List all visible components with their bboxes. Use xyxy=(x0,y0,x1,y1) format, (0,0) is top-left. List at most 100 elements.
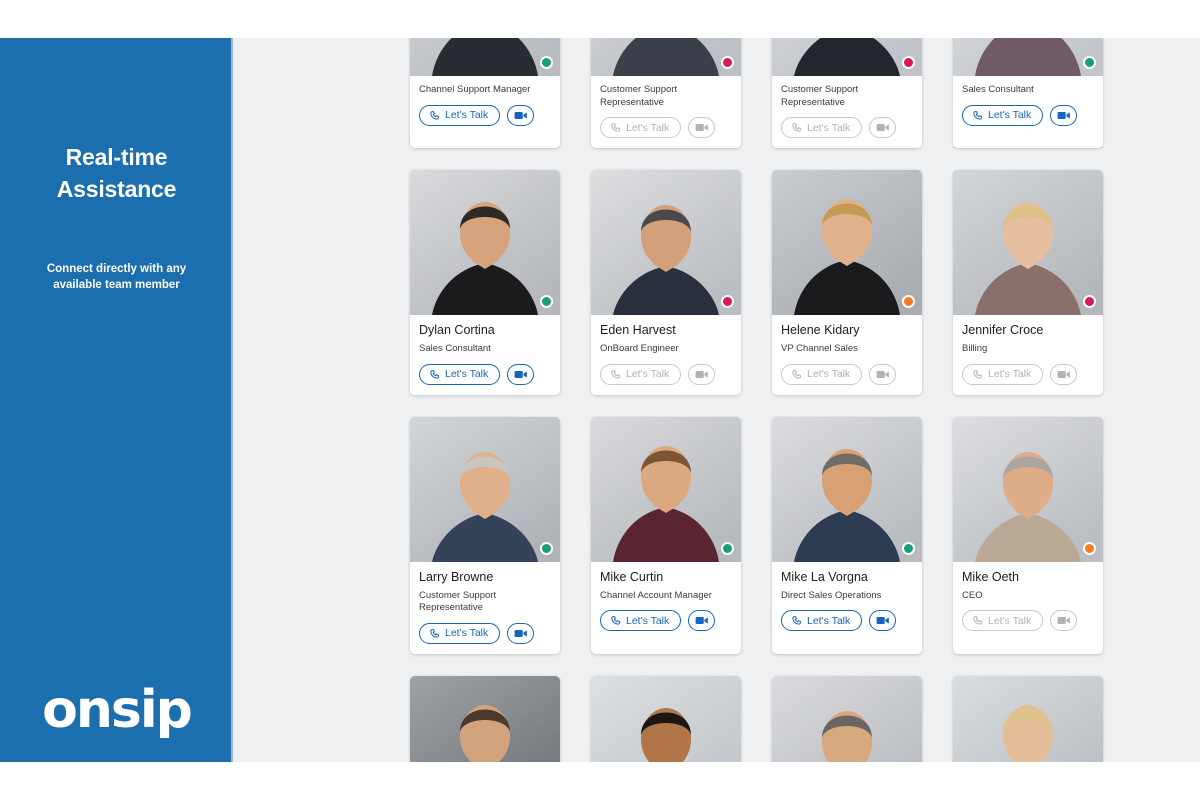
lets-talk-button: Let's Talk xyxy=(781,363,863,385)
video-camera-icon xyxy=(876,369,890,380)
agent-card[interactable]: Dylan Cortina Sales Consultant Let's Talk xyxy=(410,170,560,395)
agent-card-actions: Let's Talk xyxy=(962,363,1094,385)
lets-talk-button[interactable]: Let's Talk xyxy=(419,363,501,385)
video-camera-icon xyxy=(695,369,709,380)
agent-title: OnBoard Engineer xyxy=(600,343,679,355)
agent-name: Mike La Vorgna xyxy=(781,569,868,584)
agent-card[interactable]: Mike Oeth CEO Let's Talk xyxy=(953,416,1103,654)
agent-card[interactable]: Channel Support Manager Let's Talk xyxy=(410,38,560,149)
lets-talk-label: Let's Talk xyxy=(626,121,670,134)
directory-app-frame: Real-time Assistance Connect directly wi… xyxy=(0,38,1200,762)
agent-title: CEO xyxy=(962,589,983,601)
video-camera-icon xyxy=(1057,615,1071,626)
lets-talk-button[interactable]: Let's Talk xyxy=(419,104,501,126)
video-call-button xyxy=(869,117,897,139)
agent-card-body: Sales Consultant Let's Talk xyxy=(953,76,1103,136)
agent-roster-panel[interactable]: Channel Support Manager Let's Talk Custome… xyxy=(233,38,1200,762)
video-call-button[interactable] xyxy=(869,610,897,632)
agent-title: Direct Sales Operations xyxy=(781,589,882,601)
agent-photo xyxy=(772,170,922,316)
video-call-button[interactable] xyxy=(1050,104,1078,126)
agent-card[interactable]: Mike La Vorgna Direct Sales Operations Let… xyxy=(772,416,922,654)
agent-photo xyxy=(953,170,1103,316)
status-dot-available xyxy=(902,541,915,555)
phone-icon xyxy=(610,615,621,626)
status-dot-available xyxy=(540,541,553,555)
video-camera-icon xyxy=(695,615,709,626)
video-camera-icon xyxy=(1057,369,1071,380)
agent-name: Jennifer Croce xyxy=(962,323,1044,338)
agent-card-actions: Let's Talk xyxy=(781,610,913,632)
lets-talk-label: Let's Talk xyxy=(807,614,851,627)
lets-talk-button: Let's Talk xyxy=(962,610,1044,632)
agent-card-body: Dylan Cortina Sales Consultant Let's Talk xyxy=(410,315,560,395)
agent-photo xyxy=(591,38,741,76)
lets-talk-button[interactable]: Let's Talk xyxy=(962,104,1044,126)
agent-title: Customer Support Representative xyxy=(781,84,859,108)
agent-card[interactable]: Helene Kidary VP Channel Sales Let's Talk xyxy=(772,170,922,395)
agent-card[interactable]: Paul JacobsenLet's Talk xyxy=(772,675,922,762)
phone-icon xyxy=(972,615,983,626)
video-call-button[interactable] xyxy=(507,104,535,126)
agent-photo xyxy=(953,38,1103,76)
agent-card[interactable]: Customer Support Representative Let's Tal… xyxy=(591,38,741,149)
phone-icon xyxy=(791,122,802,133)
lets-talk-button[interactable]: Let's Talk xyxy=(419,622,501,644)
agent-photo xyxy=(591,675,741,762)
lets-talk-label: Let's Talk xyxy=(445,109,489,122)
phone-icon xyxy=(610,369,621,380)
agent-photo xyxy=(772,416,922,562)
agent-card-body: Mike La Vorgna Direct Sales Operations Let… xyxy=(772,561,922,642)
agent-card-actions: Let's Talk xyxy=(962,610,1094,632)
lets-talk-button[interactable]: Let's Talk xyxy=(600,610,682,632)
agent-name: Dylan Cortina xyxy=(419,323,495,338)
agent-photo xyxy=(953,675,1103,762)
agent-card-body: Larry Browne Customer Support Representat… xyxy=(410,561,560,654)
phone-icon xyxy=(791,369,802,380)
video-camera-icon xyxy=(514,110,528,121)
agent-grid: Channel Support Manager Let's Talk Custome… xyxy=(410,38,1103,762)
phone-icon xyxy=(429,110,440,121)
video-call-button xyxy=(688,363,716,385)
agent-card[interactable]: Mike SteinerLet's Talk xyxy=(410,675,560,762)
status-dot-offline xyxy=(721,295,734,309)
agent-photo xyxy=(591,170,741,316)
video-call-button[interactable] xyxy=(688,610,716,632)
promo-subtext: Connect directly with any available team… xyxy=(46,263,187,291)
agent-card-actions: Let's Talk xyxy=(781,363,913,385)
video-call-button xyxy=(869,363,897,385)
phone-icon xyxy=(791,615,802,626)
lets-talk-label: Let's Talk xyxy=(988,368,1032,381)
video-call-button xyxy=(1050,363,1078,385)
agent-card-actions: Let's Talk xyxy=(419,104,551,126)
agent-photo xyxy=(410,170,560,316)
agent-card[interactable]: Jennifer Croce Billing Let's Talk xyxy=(953,170,1103,395)
phone-icon xyxy=(429,369,440,380)
agent-card[interactable]: Mily RahmanLet's Talk xyxy=(591,675,741,762)
onsip-logo: onsip xyxy=(42,680,193,740)
agent-card-actions: Let's Talk xyxy=(781,117,913,139)
agent-photo xyxy=(410,416,560,562)
agent-card[interactable]: Customer Support Representative Let's Tal… xyxy=(772,38,922,149)
agent-card[interactable]: Eden Harvest OnBoard Engineer Let's Talk xyxy=(591,170,741,395)
agent-title: VP Channel Sales xyxy=(781,343,858,355)
lets-talk-button[interactable]: Let's Talk xyxy=(781,610,863,632)
lets-talk-label: Let's Talk xyxy=(626,614,670,627)
status-dot-available xyxy=(540,56,553,69)
agent-card[interactable]: Sales Consultant Let's Talk xyxy=(953,38,1103,149)
status-dot-available xyxy=(1083,56,1096,69)
agent-photo xyxy=(410,675,560,762)
agent-card[interactable]: Mike Curtin Channel Account Manager Let's … xyxy=(591,416,741,654)
video-call-button[interactable] xyxy=(507,363,535,385)
agent-card[interactable]: Larry Browne Customer Support Representat… xyxy=(410,416,560,654)
agent-photo xyxy=(772,675,922,762)
status-dot-offline xyxy=(1083,295,1096,309)
agent-card-body: Customer Support Representative Let's Tal… xyxy=(591,76,741,149)
lets-talk-label: Let's Talk xyxy=(445,368,489,381)
agent-card[interactable]: Rachelle SolomonLet's Talk xyxy=(953,675,1103,762)
lets-talk-label: Let's Talk xyxy=(988,109,1032,122)
agent-card-body: Mike Oeth CEO Let's Talk xyxy=(953,561,1103,642)
lets-talk-label: Let's Talk xyxy=(807,121,851,134)
video-call-button[interactable] xyxy=(507,622,535,644)
phone-icon xyxy=(972,369,983,380)
